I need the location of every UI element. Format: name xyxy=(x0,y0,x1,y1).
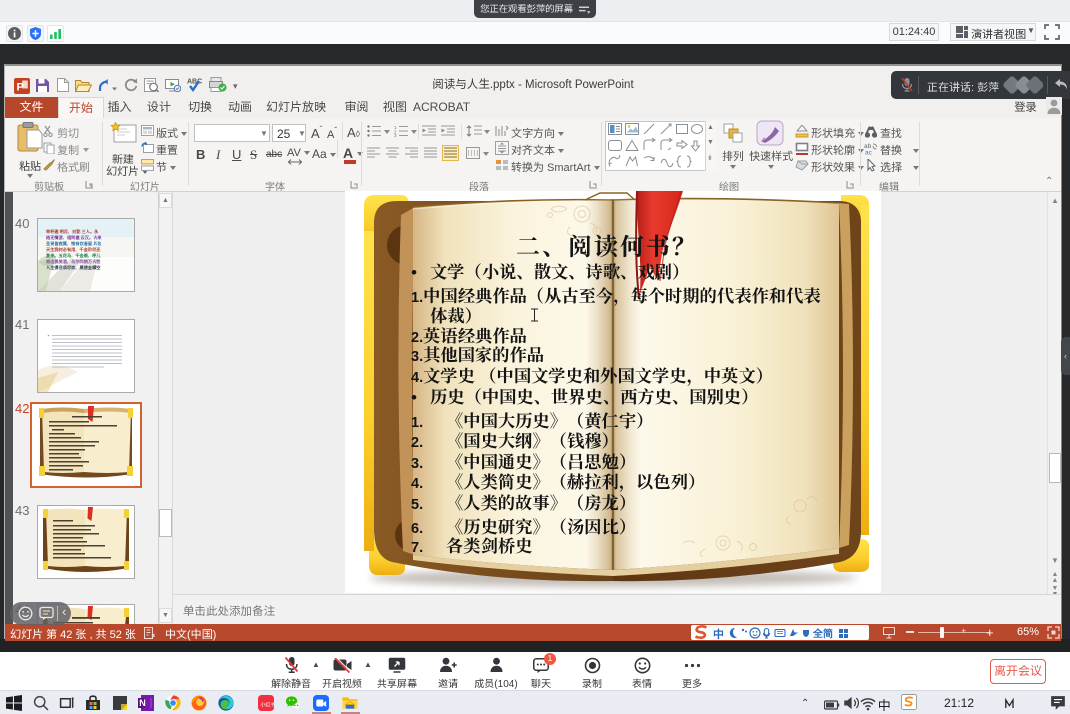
svg-text:将出换美酒，与尔同销万古愁: 将出换美酒，与尔同销万古愁 xyxy=(46,258,101,265)
svg-text:ac: ac xyxy=(865,150,873,156)
svg-text:全简: 全简 xyxy=(813,627,833,639)
svg-text:小红书: 小红书 xyxy=(260,701,274,709)
svg-text:复来。五花马、千金裘，呼儿: 复来。五花马、千金裘，呼儿 xyxy=(45,252,101,259)
svg-text:3: 3 xyxy=(394,133,397,137)
svg-text:举杯邀 明月，对影 三人。永: 举杯邀 明月，对影 三人。永 xyxy=(45,228,99,235)
svg-text:结无情游，相期邈 云汉。古来: 结无情游，相期邈 云汉。古来 xyxy=(46,234,102,241)
svg-text:N: N xyxy=(139,698,146,708)
svg-text:人生得意须尽欢，莫使金樽空: 人生得意须尽欢，莫使金樽空 xyxy=(46,264,100,271)
svg-text:天生我材必有用，千金散尽还: 天生我材必有用，千金散尽还 xyxy=(46,246,101,253)
svg-text:圣贤皆寂寞，惟有饮者留 其名: 圣贤皆寂寞，惟有饮者留 其名 xyxy=(46,240,102,247)
